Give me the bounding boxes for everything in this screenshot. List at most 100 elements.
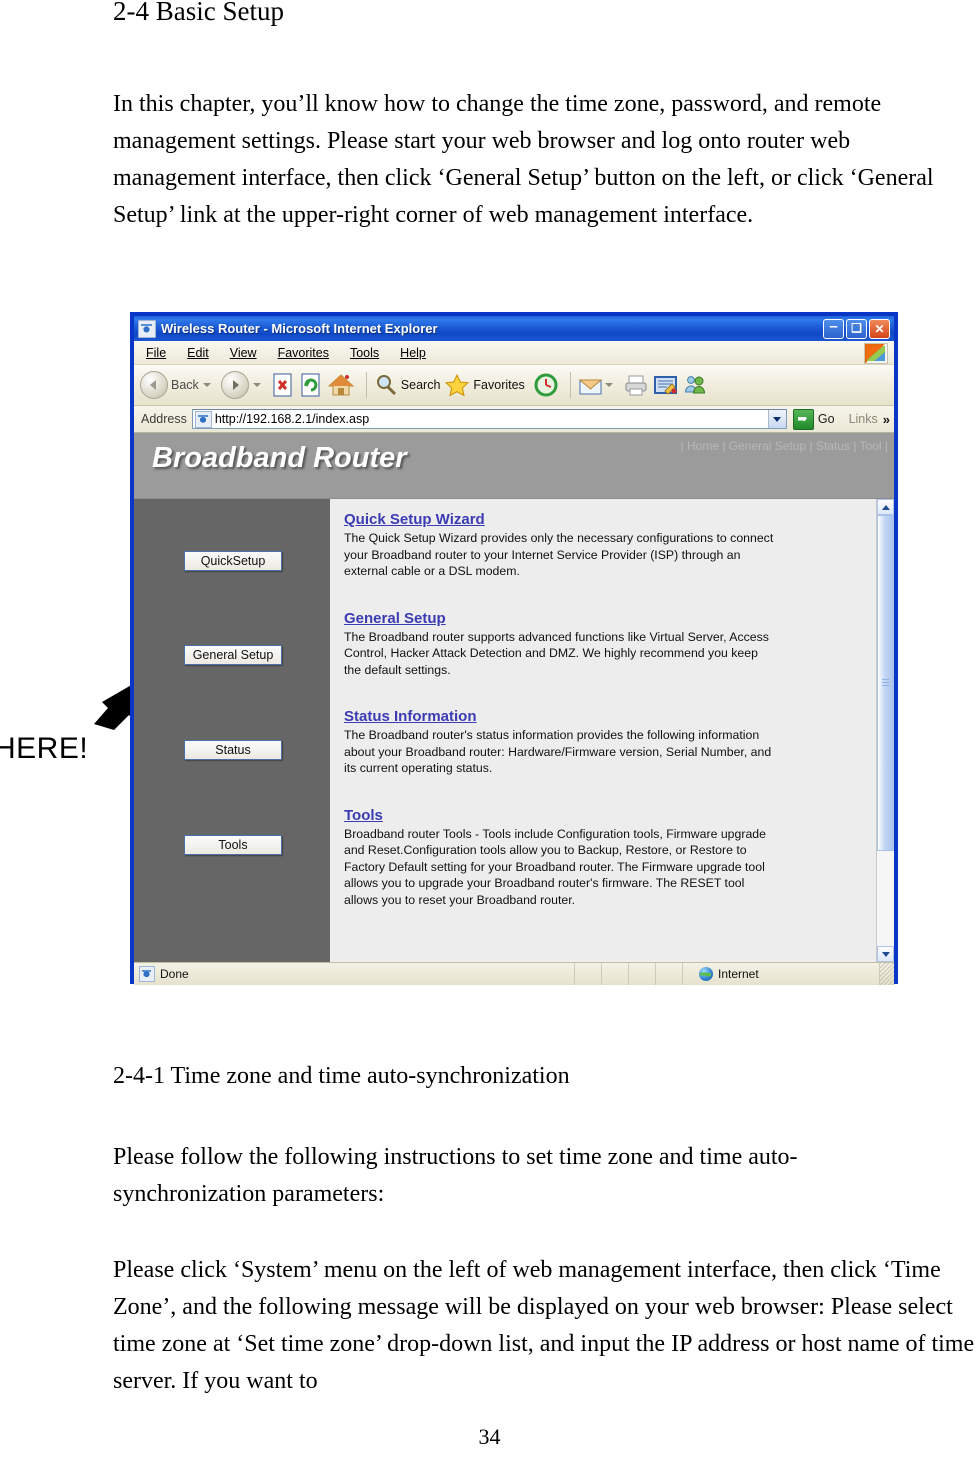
menu-view-label: View — [229, 345, 257, 360]
window-controls: – ❑ ✕ — [823, 318, 892, 339]
menu-item-favorites[interactable]: Favorites — [278, 346, 329, 360]
windows-flag-icon — [864, 343, 888, 364]
go-button[interactable]: Go — [787, 408, 839, 430]
internet-zone-globe-icon — [699, 967, 713, 981]
print-button[interactable] — [623, 373, 649, 397]
maximize-button[interactable]: ❑ — [846, 318, 867, 339]
address-label: Address — [141, 412, 187, 426]
link-quick-setup-wizard[interactable]: Quick Setup Wizard — [344, 511, 866, 528]
browser-statusbar: Done Internet — [134, 962, 894, 985]
forward-button[interactable] — [220, 371, 267, 399]
router-top-nav[interactable]: | Home | General Setup | Status | Tool | — [681, 439, 888, 453]
sidebar-item-general-setup[interactable]: General Setup — [184, 645, 282, 665]
search-icon — [376, 375, 396, 396]
back-button[interactable]: Back — [140, 371, 217, 399]
home-icon — [327, 374, 355, 396]
favorites-label: Favorites — [473, 378, 525, 392]
toolbar-separator — [365, 372, 367, 398]
router-logo: Broadband Router — [152, 442, 407, 474]
sidebar-item-status[interactable]: Status — [184, 740, 282, 760]
print-icon — [625, 375, 647, 396]
menu-tools-label: Tools — [349, 345, 380, 360]
page-status-icon — [139, 966, 155, 982]
status-cell-1 — [575, 963, 602, 985]
here-annotation-label: HERE! — [0, 732, 89, 765]
link-general-setup[interactable]: General Setup — [344, 610, 866, 627]
sidebar-item-quicksetup[interactable]: QuickSetup — [184, 551, 282, 571]
menu-edit-label: Edit — [187, 345, 209, 360]
messenger-button[interactable] — [683, 373, 709, 397]
scroll-down-button[interactable] — [877, 946, 894, 962]
close-button[interactable]: ✕ — [869, 318, 890, 339]
security-zone-label: Internet — [718, 967, 759, 981]
follow-paragraph: Please follow the following instructions… — [113, 1144, 798, 1207]
forward-history-caret-icon[interactable] — [252, 383, 261, 387]
scroll-up-button[interactable] — [877, 499, 894, 515]
link-tools[interactable]: Tools — [344, 807, 866, 824]
chevron-down-icon — [881, 951, 890, 957]
status-cell-3 — [629, 963, 656, 985]
internet-explorer-icon — [138, 319, 156, 338]
search-button[interactable]: Search — [374, 373, 441, 397]
menu-item-help[interactable]: Help — [400, 346, 426, 360]
section-status-information: Status Information The Broadband router'… — [344, 708, 866, 777]
sidebar-item-tools[interactable]: Tools — [184, 835, 282, 855]
mail-dropdown-caret-icon[interactable] — [604, 383, 613, 387]
favorites-button[interactable]: Favorites — [444, 373, 525, 397]
scrollbar-thumb[interactable] — [877, 515, 894, 852]
sub-heading: 2-4-1 Time zone and time auto-synchroniz… — [113, 1063, 570, 1089]
browser-addressbar: Address http://192.168.2.1/index.asp Go … — [134, 406, 894, 433]
menu-item-file[interactable]: File — [146, 346, 166, 360]
chevron-up-icon — [881, 504, 890, 510]
scrollbar-track[interactable] — [877, 515, 894, 946]
home-button[interactable] — [327, 372, 355, 398]
menu-item-tools[interactable]: Tools — [350, 346, 379, 360]
address-input[interactable]: http://192.168.2.1/index.asp — [191, 409, 787, 429]
back-icon — [140, 371, 168, 399]
go-label: Go — [817, 412, 835, 426]
page-icon — [194, 410, 212, 428]
minimize-button[interactable]: – — [823, 318, 844, 339]
page-number: 34 — [478, 1424, 501, 1449]
go-arrow-icon — [792, 408, 814, 430]
router-banner: Broadband Router | Home | General Setup … — [134, 434, 894, 499]
status-text: Done — [160, 967, 189, 981]
window-title: Wireless Router - Microsoft Internet Exp… — [161, 321, 438, 336]
refresh-button[interactable] — [299, 372, 323, 398]
forward-icon — [220, 371, 249, 399]
page-title: 2-4 Basic Setup — [113, 0, 284, 26]
links-label[interactable]: Links — [849, 412, 878, 426]
edit-button[interactable] — [653, 373, 679, 397]
browser-window: Wireless Router - Microsoft Internet Exp… — [131, 313, 897, 985]
messenger-icon — [684, 376, 705, 394]
section-general-setup: General Setup The Broadband router suppo… — [344, 610, 866, 679]
back-label: Back — [171, 378, 199, 392]
edit-icon — [653, 376, 677, 395]
history-button[interactable] — [533, 372, 559, 398]
security-zone-cell[interactable]: Internet — [683, 963, 880, 985]
stop-icon — [273, 373, 292, 397]
menu-item-edit[interactable]: Edit — [187, 346, 209, 360]
stop-button[interactable] — [271, 372, 295, 398]
router-body: QuickSetup General Setup Status Tools Qu… — [134, 499, 894, 962]
browser-titlebar: Wireless Router - Microsoft Internet Exp… — [134, 316, 894, 341]
address-dropdown-button[interactable] — [767, 410, 786, 428]
address-url-text: http://192.168.2.1/index.asp — [214, 412, 370, 426]
link-status-information[interactable]: Status Information — [344, 708, 866, 725]
mail-button[interactable] — [578, 373, 619, 397]
menu-favorites-label: Favorites — [277, 345, 329, 360]
maximize-icon: ❑ — [851, 320, 862, 335]
page-scrollbar[interactable] — [876, 499, 894, 962]
section-status-information-body: The Broadband router's status informatio… — [344, 728, 772, 775]
favorites-star-icon — [445, 373, 470, 397]
status-cell-2 — [602, 963, 629, 985]
browser-toolbar: Back Search Favorites — [134, 365, 894, 406]
back-history-caret-icon[interactable] — [202, 383, 211, 387]
web-page-content: Broadband Router | Home | General Setup … — [134, 433, 894, 962]
toolbar-overflow-icon[interactable]: » — [883, 412, 890, 427]
click-paragraph: Please click ‘System’ menu on the left o… — [113, 1257, 975, 1394]
menu-item-view[interactable]: View — [230, 346, 257, 360]
router-sidebar: QuickSetup General Setup Status Tools — [134, 499, 330, 962]
resize-grip[interactable] — [880, 963, 894, 985]
search-label: Search — [400, 378, 441, 392]
